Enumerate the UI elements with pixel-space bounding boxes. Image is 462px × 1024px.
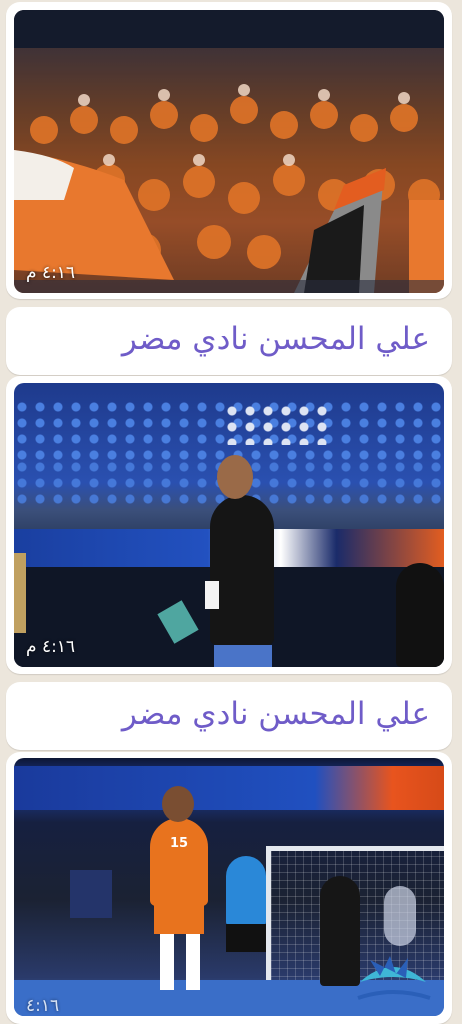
opponent-shorts xyxy=(226,924,266,952)
coach-head xyxy=(217,455,253,499)
ad-panel xyxy=(70,870,112,918)
player-photo[interactable]: 15 ٤:١٦ xyxy=(14,758,444,1016)
fan-left xyxy=(14,553,26,633)
player-socks xyxy=(160,934,200,990)
image-message-bubble[interactable]: 15 ٤:١٦ xyxy=(6,752,452,1024)
image-message-bubble[interactable]: ٤:١٦ م xyxy=(6,376,452,674)
player-head xyxy=(162,786,194,822)
player-figure xyxy=(150,818,208,906)
text-message-bubble[interactable]: علي المحسن نادي مضر xyxy=(6,307,452,375)
goalkeeper-figure xyxy=(384,886,416,946)
coach-photo[interactable]: ٤:١٦ م xyxy=(14,383,444,667)
referee-figure xyxy=(396,563,444,667)
stadium-seats-white xyxy=(224,405,334,445)
crowd-photo[interactable]: ٤:١٦ م xyxy=(14,10,444,293)
caption-text: علي المحسن نادي مضر xyxy=(121,321,430,357)
jersey-number: 15 xyxy=(170,836,189,851)
text-message-bubble[interactable]: علي المحسن نادي مضر xyxy=(6,682,452,750)
coach-figure xyxy=(210,495,274,645)
message-time: ٤:١٦ م xyxy=(26,637,76,657)
upper-banner xyxy=(14,766,444,810)
caption-text: علي المحسن نادي مضر xyxy=(121,696,430,732)
badge xyxy=(205,581,219,609)
opponent-figure xyxy=(226,856,266,926)
watermark-logo-icon xyxy=(357,956,431,1000)
crowd-illustration xyxy=(14,10,444,293)
message-time: ٤:١٦ xyxy=(26,996,60,1016)
image-message-bubble[interactable]: ٤:١٦ م xyxy=(6,2,452,299)
coach-shorts xyxy=(214,645,272,667)
message-time: ٤:١٦ م xyxy=(26,263,76,283)
player-shorts xyxy=(154,904,204,934)
